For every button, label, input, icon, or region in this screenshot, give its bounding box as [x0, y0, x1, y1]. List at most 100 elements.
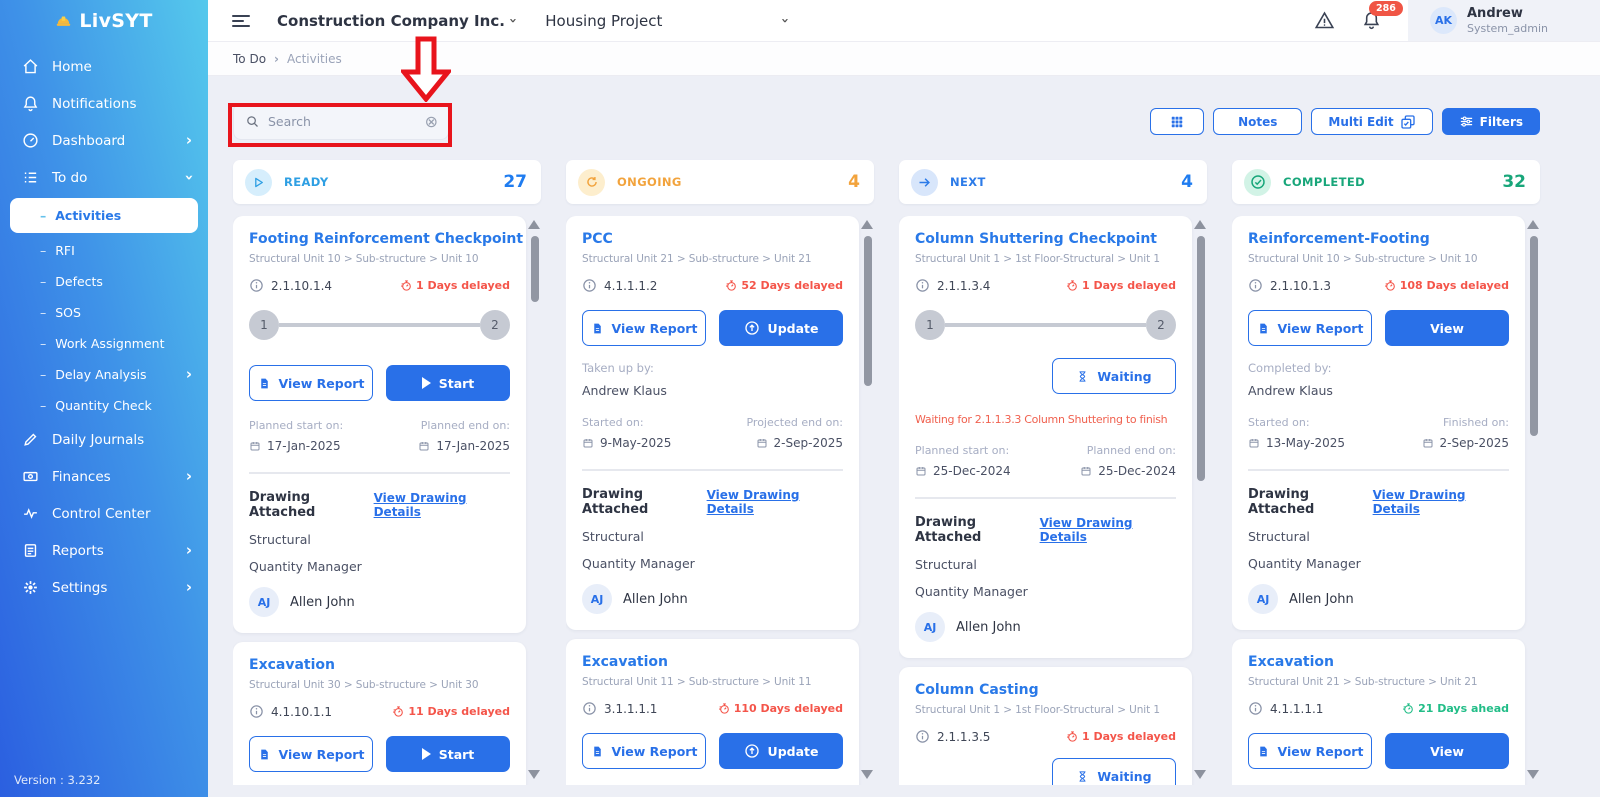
sidebar-item-sos[interactable]: – SOS — [0, 297, 208, 328]
grid-view-button[interactable] — [1150, 108, 1204, 135]
view-report-button[interactable]: View Report — [1248, 733, 1372, 769]
sidebar-item-notifications[interactable]: Notifications — [0, 85, 208, 122]
calendar-icon — [915, 465, 927, 477]
view-report-button[interactable]: View Report — [582, 733, 706, 769]
view-button[interactable]: View — [1385, 733, 1509, 769]
sidebar-item-daily-journals[interactable]: Daily Journals — [0, 421, 208, 458]
date-value: 25-Dec-2024 — [915, 464, 1011, 478]
manager-role-label: Quantity Manager — [582, 556, 843, 571]
date-text: 2-Sep-2025 — [774, 436, 843, 450]
scroll-down-arrow[interactable] — [861, 770, 873, 779]
info-icon — [1248, 278, 1263, 293]
calendar-icon — [249, 440, 261, 452]
view-report-button[interactable]: View Report — [249, 736, 373, 772]
card-path: Structural Unit 11 > Sub-structure > Uni… — [582, 676, 843, 688]
view-drawing-details-link[interactable]: View Drawing Details — [707, 488, 843, 516]
user-menu[interactable]: AK Andrew System_admin — [1408, 0, 1600, 41]
update-button[interactable]: Update — [719, 733, 843, 769]
hourglass-icon — [1076, 770, 1089, 783]
chevron-down-icon: › — [778, 18, 793, 23]
step-2[interactable]: 2 — [480, 310, 510, 340]
activity-card[interactable]: Column Shuttering Checkpoint Structural … — [899, 216, 1192, 658]
scrollbar-thumb[interactable] — [864, 236, 872, 386]
date-label: Planned end on: — [1080, 444, 1176, 457]
content-area: ⊗ Notes Multi Edit Filters — [208, 76, 1600, 797]
divider — [915, 497, 1176, 499]
sidebar-item-control-center[interactable]: Control Center — [0, 495, 208, 532]
activity-card[interactable]: Reinforcement-Footing Structural Unit 10… — [1232, 216, 1525, 630]
filters-button[interactable]: Filters — [1442, 108, 1540, 135]
play-icon — [422, 377, 431, 389]
update-button[interactable]: Update — [719, 310, 843, 346]
scroll-up-arrow[interactable] — [1527, 220, 1539, 229]
view-report-button[interactable]: View Report — [582, 310, 706, 346]
notes-button[interactable]: Notes — [1213, 108, 1302, 135]
code-text: 4.1.1.1.2 — [604, 279, 657, 293]
info-icon — [582, 278, 597, 293]
start-button[interactable]: Start — [386, 365, 510, 401]
sidebar-item-settings[interactable]: Settings › — [0, 569, 208, 606]
column-cards: Footing Reinforcement Checkpoint Structu… — [233, 216, 541, 785]
notifications-button[interactable]: 286 — [1361, 10, 1382, 31]
activity-card[interactable]: Excavation Structural Unit 30 > Sub-stru… — [233, 642, 526, 785]
search-box[interactable]: ⊗ — [233, 103, 449, 140]
view-drawing-details-link[interactable]: View Drawing Details — [374, 491, 510, 519]
waiting-button[interactable]: Waiting — [1052, 758, 1176, 785]
view-report-button[interactable]: View Report — [1248, 310, 1372, 346]
view-report-label: View Report — [1278, 321, 1364, 336]
document-icon — [591, 745, 604, 758]
view-report-button[interactable]: View Report — [249, 365, 373, 401]
sidebar-item-delay-analysis[interactable]: – Delay Analysis › — [0, 359, 208, 390]
menu-toggle-icon[interactable] — [232, 12, 250, 30]
sidebar-item-finances[interactable]: Finances › — [0, 458, 208, 495]
scroll-down-arrow[interactable] — [528, 770, 540, 779]
dash-marker: – — [40, 274, 46, 289]
activity-card[interactable]: Footing Reinforcement Checkpoint Structu… — [233, 216, 526, 633]
date-label: Started on: — [582, 416, 671, 429]
activity-card[interactable]: Column Casting Structural Unit 1 > 1st F… — [899, 667, 1192, 785]
start-button[interactable]: Start — [386, 736, 510, 772]
multi-edit-button[interactable]: Multi Edit — [1311, 108, 1432, 135]
scroll-down-arrow[interactable] — [1194, 770, 1206, 779]
sidebar-item-todo[interactable]: To do › — [0, 159, 208, 196]
column-count: 27 — [503, 172, 527, 192]
view-drawing-details-link[interactable]: View Drawing Details — [1373, 488, 1509, 516]
project-selector[interactable]: Housing Project › — [545, 12, 787, 30]
activity-card[interactable]: Excavation Structural Unit 21 > Sub-stru… — [1232, 639, 1525, 785]
waiting-button[interactable]: Waiting — [1052, 358, 1176, 394]
view-button[interactable]: View — [1385, 310, 1509, 346]
scroll-up-arrow[interactable] — [861, 220, 873, 229]
step-1[interactable]: 1 — [915, 310, 945, 340]
step-1[interactable]: 1 — [249, 310, 279, 340]
alerts-button[interactable] — [1314, 10, 1335, 31]
breadcrumb-parent[interactable]: To Do — [233, 52, 266, 66]
sidebar-item-label: Notifications — [52, 96, 137, 112]
column-cards: Column Shuttering Checkpoint Structural … — [899, 216, 1207, 785]
sidebar-item-rfi[interactable]: – RFI — [0, 235, 208, 266]
date-label: Finished on: — [1422, 416, 1509, 429]
update-label: Update — [768, 744, 819, 759]
search-input[interactable] — [268, 114, 417, 129]
sidebar-item-dashboard[interactable]: Dashboard › — [0, 122, 208, 159]
view-drawing-details-link[interactable]: View Drawing Details — [1040, 516, 1176, 544]
notification-badge: 286 — [1369, 1, 1403, 16]
sidebar-item-home[interactable]: Home — [0, 48, 208, 85]
company-selector[interactable]: Construction Company Inc. › — [277, 12, 515, 30]
sidebar-item-reports[interactable]: Reports › — [0, 532, 208, 569]
sidebar-item-work-assignment[interactable]: – Work Assignment — [0, 328, 208, 359]
scroll-down-arrow[interactable] — [1527, 770, 1539, 779]
step-2[interactable]: 2 — [1146, 310, 1176, 340]
sidebar-item-defects[interactable]: – Defects — [0, 266, 208, 297]
activity-card[interactable]: Excavation Structural Unit 11 > Sub-stru… — [566, 639, 859, 785]
scrollbar-thumb[interactable] — [1530, 236, 1538, 436]
activity-code: 3.1.1.1.1 — [582, 701, 657, 716]
scroll-up-arrow[interactable] — [1194, 220, 1206, 229]
scrollbar-thumb[interactable] — [531, 236, 539, 302]
column-header-ready: READY 27 — [233, 160, 541, 204]
clear-search-icon[interactable]: ⊗ — [425, 114, 438, 130]
sidebar-item-activities[interactable]: – Activities — [10, 198, 198, 233]
activity-card[interactable]: PCC Structural Unit 21 > Sub-structure >… — [566, 216, 859, 630]
sidebar-item-quantity-check[interactable]: – Quantity Check — [0, 390, 208, 421]
scrollbar-thumb[interactable] — [1197, 236, 1205, 481]
scroll-up-arrow[interactable] — [528, 220, 540, 229]
